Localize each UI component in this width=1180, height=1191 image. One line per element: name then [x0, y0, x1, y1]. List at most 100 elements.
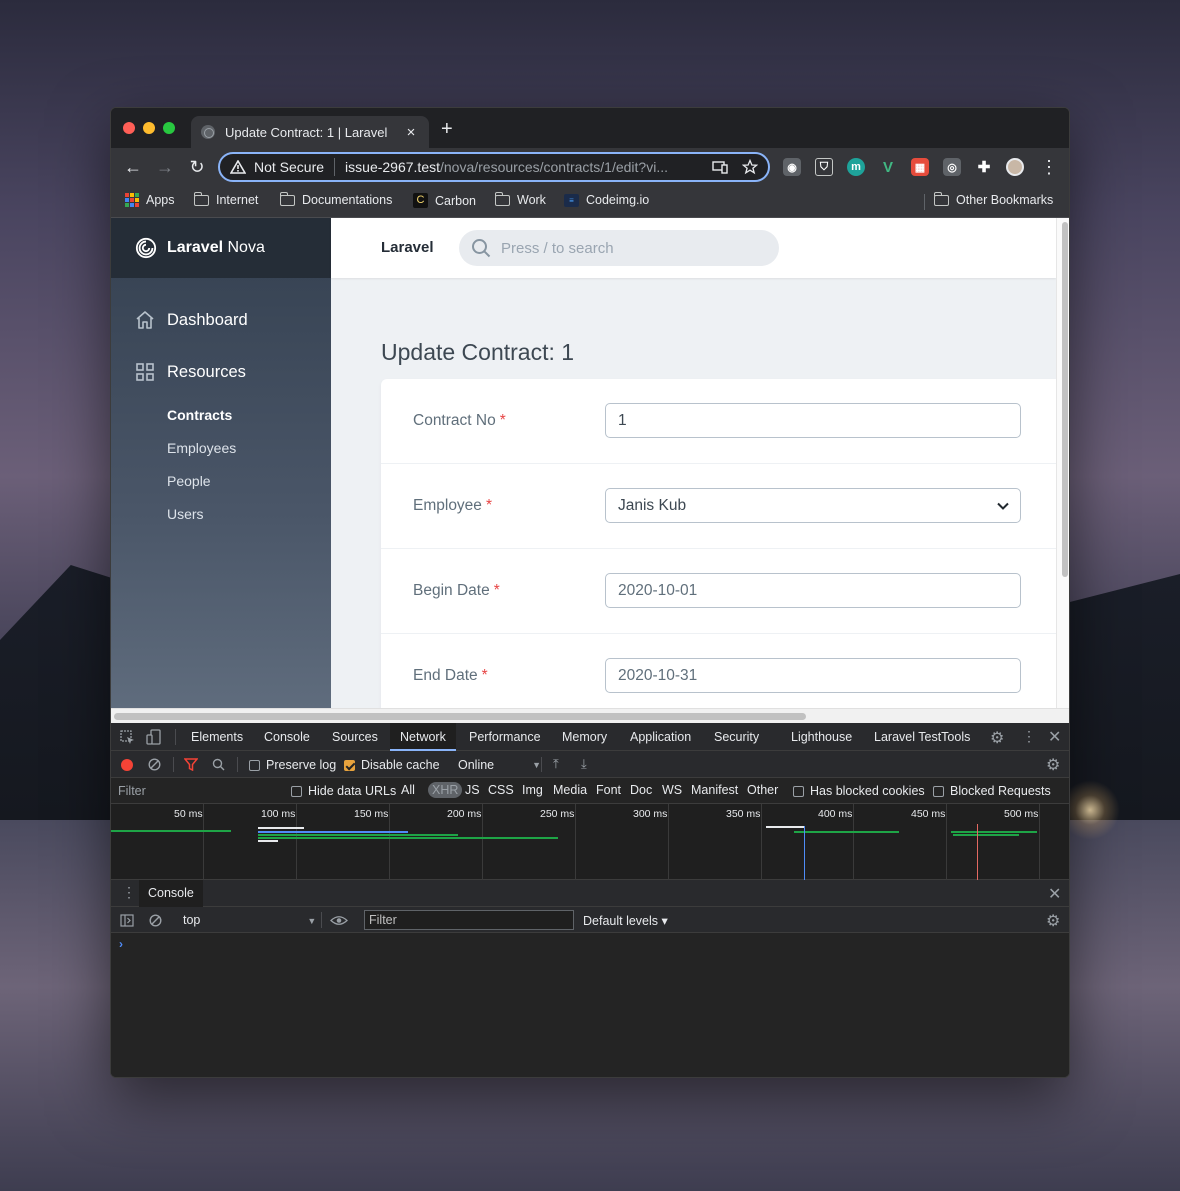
contract-no-input[interactable]: 1 — [605, 403, 1021, 438]
type-filter-manifest[interactable]: Manifest — [691, 783, 738, 797]
bookmark-codeimg[interactable]: ≡ Codeimg.io — [564, 193, 649, 207]
tab-laravel-testtools[interactable]: Laravel TestTools — [874, 730, 970, 744]
security-status[interactable]: Not Secure — [254, 159, 324, 175]
drawer-tab-console[interactable]: Console — [139, 880, 203, 907]
gear-icon[interactable]: ⚙ — [990, 728, 1004, 748]
tab-close-icon[interactable]: × — [403, 124, 419, 141]
sidebar-item-people[interactable]: People — [167, 473, 211, 489]
bookmark-other[interactable]: Other Bookmarks — [933, 191, 1053, 207]
sidebar-item-dashboard[interactable]: Dashboard — [135, 310, 248, 330]
end-date-input[interactable]: 2020-10-31 — [605, 658, 1021, 693]
m-icon[interactable]: m — [847, 158, 865, 176]
sidebar-item-resources[interactable]: Resources — [135, 362, 246, 382]
type-filter-css[interactable]: CSS — [488, 783, 514, 797]
sidebar-item-employees[interactable]: Employees — [167, 440, 236, 456]
global-search[interactable] — [459, 230, 779, 266]
address-bar[interactable]: Not Secure issue-2967.test /nova/resourc… — [218, 152, 770, 182]
browser-menu-icon[interactable]: ⋮ — [1039, 157, 1059, 177]
zoom-window-button[interactable] — [163, 122, 175, 134]
type-filter-other[interactable]: Other — [747, 783, 778, 797]
browser-tab[interactable]: Update Contract: 1 | Laravel × — [191, 116, 429, 148]
vue-icon[interactable]: V — [879, 158, 897, 176]
search-input[interactable] — [501, 239, 751, 257]
type-filter-ws[interactable]: WS — [662, 783, 682, 797]
minimize-window-button[interactable] — [143, 122, 155, 134]
import-icon[interactable]: ⤒ — [553, 756, 559, 772]
blocked-requests-checkbox[interactable]: Blocked Requests — [933, 784, 1051, 798]
reload-button[interactable]: ↻ — [187, 157, 207, 177]
close-icon[interactable]: ✕ — [1048, 727, 1061, 747]
tab-lighthouse[interactable]: Lighthouse — [791, 730, 852, 744]
clear-console-icon[interactable] — [149, 914, 162, 927]
type-filter-media[interactable]: Media — [553, 783, 587, 797]
new-tab-button[interactable]: + — [441, 119, 453, 139]
bookmark-documentations[interactable]: Documentations — [279, 191, 392, 207]
gear-icon[interactable]: ⚙ — [1046, 755, 1060, 775]
preserve-log-checkbox[interactable]: Preserve log — [249, 758, 336, 772]
sidebar-item-contracts[interactable]: Contracts — [167, 407, 232, 423]
tab-security[interactable]: Security — [714, 730, 759, 744]
bulb-icon[interactable]: ◎ — [943, 158, 961, 176]
begin-date-input[interactable]: 2020-10-01 — [605, 573, 1021, 608]
disable-cache-checkbox[interactable]: Disable cache — [344, 758, 440, 772]
clear-icon[interactable] — [148, 758, 161, 771]
cast-icon[interactable] — [712, 160, 728, 174]
tab-sources[interactable]: Sources — [332, 730, 378, 744]
record-button[interactable] — [121, 759, 133, 771]
hide-data-urls-checkbox[interactable]: Hide data URLs — [291, 784, 396, 798]
employee-select[interactable]: Janis Kub — [605, 488, 1021, 523]
shield-icon[interactable]: ⛉ — [815, 158, 833, 176]
tab-elements[interactable]: Elements — [191, 730, 243, 744]
export-icon[interactable]: ⤓ — [581, 756, 587, 772]
search-icon[interactable] — [212, 758, 225, 771]
sidebar-item-users[interactable]: Users — [167, 506, 204, 522]
star-icon[interactable] — [742, 159, 758, 175]
app-name[interactable]: Laravel — [381, 239, 434, 256]
sidebar-toggle-icon[interactable] — [120, 914, 134, 927]
log-levels-select[interactable]: Default levels ▾ — [583, 913, 668, 928]
inspect-icon[interactable] — [120, 730, 135, 745]
forward-button[interactable]: → — [155, 157, 175, 177]
more-vertical-icon[interactable]: ⋮ — [1022, 728, 1036, 745]
context-select[interactable]: top ▼ — [183, 913, 316, 927]
console-prompt[interactable]: › — [119, 937, 123, 951]
laravel-icon[interactable]: ▦ — [911, 158, 929, 176]
console-output[interactable]: › — [111, 933, 1069, 1077]
back-button[interactable]: ← — [123, 157, 143, 177]
horizontal-scrollbar[interactable] — [111, 708, 1069, 723]
camera-icon[interactable]: ◉ — [783, 158, 801, 176]
gear-icon[interactable]: ⚙ — [1046, 911, 1060, 931]
tab-performance[interactable]: Performance — [469, 730, 541, 744]
device-toolbar-icon[interactable] — [146, 729, 162, 745]
network-overview-timeline[interactable]: 50 ms 100 ms 150 ms 200 ms 250 ms 300 ms… — [111, 804, 1069, 880]
avatar[interactable] — [1006, 158, 1024, 176]
eye-icon[interactable] — [330, 915, 348, 926]
console-filter-input[interactable] — [364, 910, 574, 930]
bookmark-apps[interactable]: Apps — [125, 193, 175, 207]
vertical-scrollbar[interactable] — [1056, 218, 1069, 708]
network-filter-input[interactable]: Filter — [111, 781, 279, 801]
type-filter-xhr[interactable]: XHR — [428, 782, 463, 798]
filter-icon[interactable] — [184, 758, 198, 771]
puzzle-icon[interactable]: ✚ — [975, 158, 993, 176]
tab-application[interactable]: Application — [630, 730, 691, 744]
type-filter-img[interactable]: Img — [522, 783, 543, 797]
tab-console[interactable]: Console — [264, 730, 310, 744]
nova-brand[interactable]: Laravel Nova — [111, 218, 331, 278]
tab-network[interactable]: Network — [390, 723, 456, 751]
bookmark-work[interactable]: Work — [494, 191, 546, 207]
close-window-button[interactable] — [123, 122, 135, 134]
vertical-scrollbar-thumb[interactable] — [1062, 222, 1068, 577]
throttling-select[interactable]: Online ▼ — [458, 758, 541, 772]
has-blocked-cookies-checkbox[interactable]: Has blocked cookies — [793, 784, 925, 798]
tab-memory[interactable]: Memory — [562, 730, 607, 744]
drawer-menu-icon[interactable]: ⋮ — [122, 884, 136, 901]
horizontal-scrollbar-thumb[interactable] — [114, 713, 806, 720]
type-filter-doc[interactable]: Doc — [630, 783, 652, 797]
bookmark-carbon[interactable]: C Carbon — [413, 193, 476, 208]
type-filter-all[interactable]: All — [401, 783, 415, 797]
type-filter-js[interactable]: JS — [465, 783, 480, 797]
close-icon[interactable]: ✕ — [1048, 884, 1061, 904]
bookmark-internet[interactable]: Internet — [193, 191, 258, 207]
type-filter-font[interactable]: Font — [596, 783, 621, 797]
